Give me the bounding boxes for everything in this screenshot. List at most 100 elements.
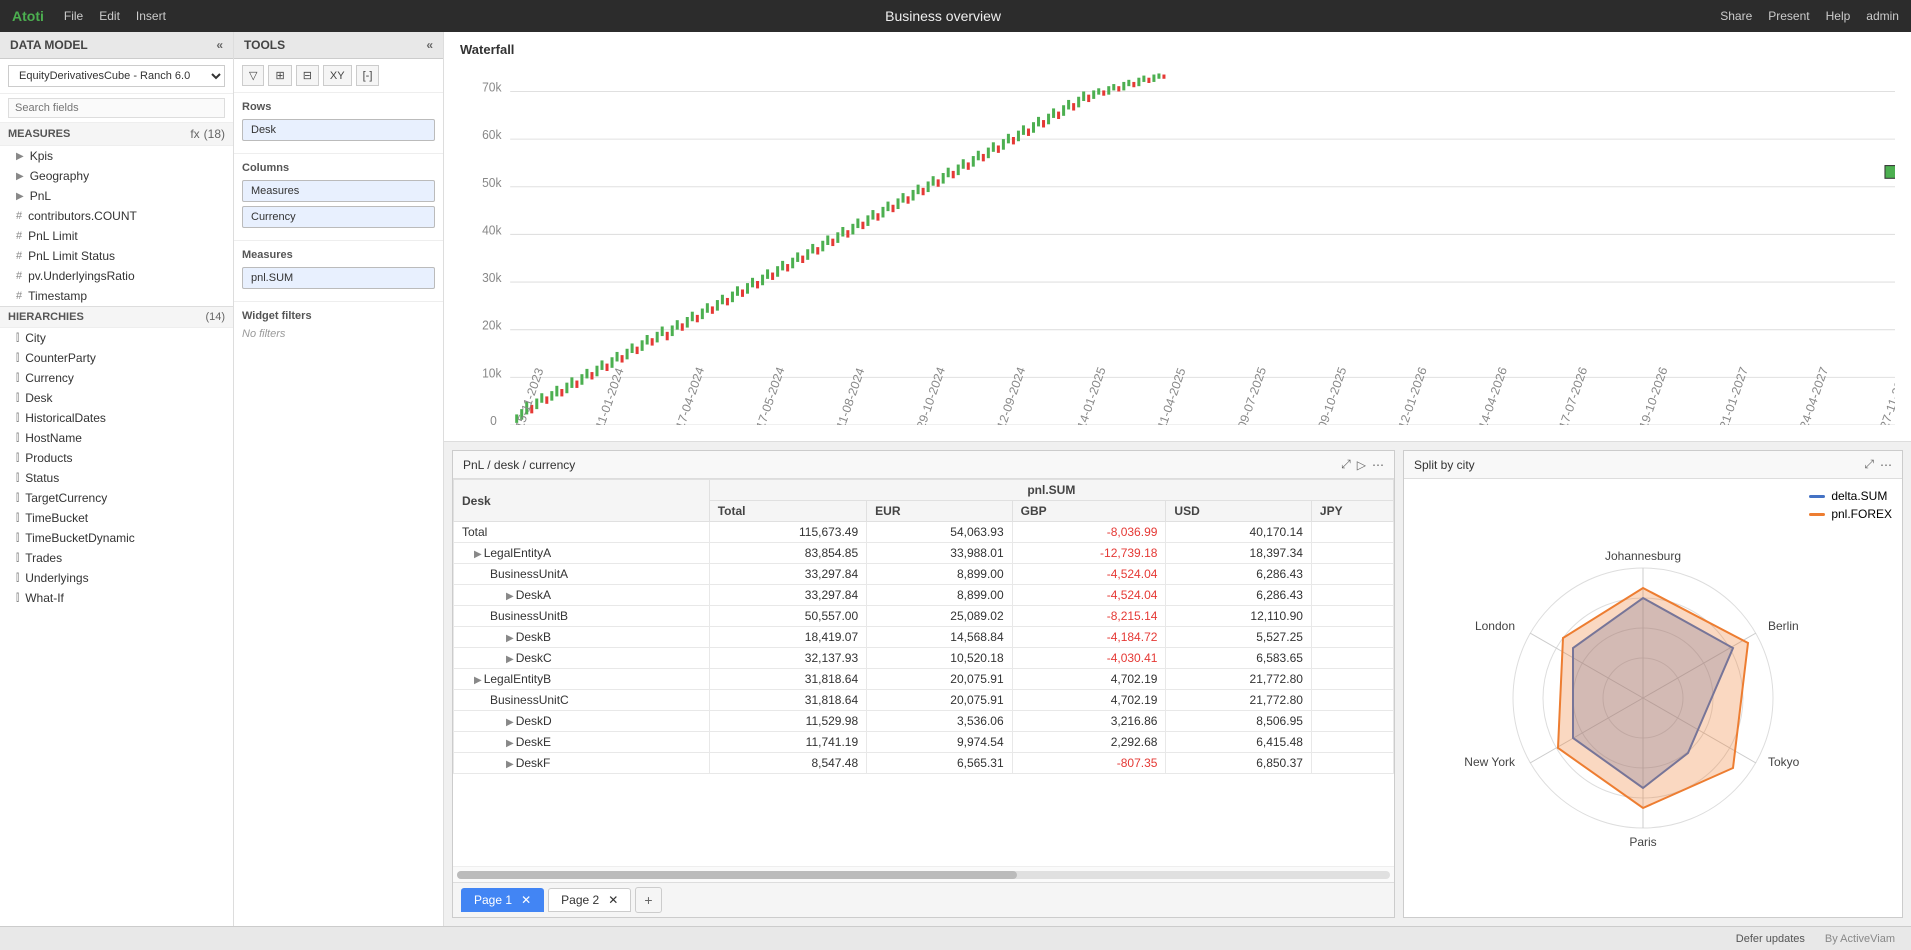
hierarchy-underlyings[interactable]: ⫿ Underlyings	[0, 568, 233, 588]
measures-pnl[interactable]: ▶ PnL	[0, 186, 233, 206]
measures-list: ▶ Kpis ▶ Geography ▶ PnL # contributors.…	[0, 146, 233, 306]
page-tab-1-close[interactable]: ✕	[521, 893, 531, 907]
share-button[interactable]: Share	[1720, 9, 1752, 23]
defer-updates[interactable]: Defer updates	[1736, 933, 1805, 945]
rows-desk-item[interactable]: Desk	[242, 119, 435, 141]
hierarchy-desk-label: Desk	[25, 391, 52, 405]
hierarchy-hostname-label: HostName	[25, 431, 82, 445]
row-total: 11,529.98	[709, 711, 866, 732]
row-usd: 8,506.95	[1166, 711, 1312, 732]
hierarchy-trades[interactable]: ⫿ Trades	[0, 548, 233, 568]
row-eur: 8,899.00	[867, 564, 1013, 585]
filter-tool[interactable]: ▽	[242, 65, 264, 86]
hierarchy-time-bucket-label: TimeBucket	[25, 511, 88, 525]
pivot-tool[interactable]: ⊟	[296, 65, 319, 86]
svg-text:17-05-2024: 17-05-2024	[754, 365, 788, 425]
hierarchy-hostname[interactable]: ⫿ HostName	[0, 428, 233, 448]
hierarchy-time-bucket-dynamic[interactable]: ⫿ TimeBucketDynamic	[0, 528, 233, 548]
measures-geography[interactable]: ▶ Geography	[0, 166, 233, 186]
svg-text:19-10-2026: 19-10-2026	[1637, 365, 1671, 425]
formula-icon[interactable]: fx	[190, 127, 199, 141]
table-row: ▶LegalEntityB 31,818.64 20,075.91 4,702.…	[454, 669, 1394, 690]
pnl-forex-legend-color	[1809, 513, 1825, 516]
svg-text:50k: 50k	[482, 175, 502, 189]
hierarchy-what-if[interactable]: ⫿ What-If	[0, 588, 233, 608]
hierarchy-city[interactable]: ⫿ City	[0, 328, 233, 348]
row-jpy	[1311, 564, 1393, 585]
row-label: ▶DeskD	[454, 711, 710, 732]
hierarchy-currency[interactable]: ⫿ Currency	[0, 368, 233, 388]
pnl-forex-label: pnl.FOREX	[1831, 507, 1892, 521]
hierarchy-historical-dates[interactable]: ⫿ HistoricalDates	[0, 408, 233, 428]
row-total: 33,297.84	[709, 585, 866, 606]
row-gbp: -4,030.41	[1012, 648, 1166, 669]
hierarchy-counterparty-label: CounterParty	[25, 351, 96, 365]
menu-insert[interactable]: Insert	[136, 9, 166, 23]
cube-select[interactable]: EquityDerivativesCube - Ranch 6.0	[8, 65, 225, 87]
svg-text:17-07-2026: 17-07-2026	[1556, 365, 1590, 425]
hierarchy-counterparty[interactable]: ⫿ CounterParty	[0, 348, 233, 368]
row-gbp: 3,216.86	[1012, 711, 1166, 732]
present-button[interactable]: Present	[1768, 9, 1809, 23]
measures-pnlsum-item[interactable]: pnl.SUM	[242, 267, 435, 289]
svg-text:17-04-2024: 17-04-2024	[673, 365, 707, 425]
row-eur: 25,089.02	[867, 606, 1013, 627]
radar-expand-button[interactable]: ⤢	[1864, 457, 1874, 472]
hierarchy-time-bucket[interactable]: ⫿ TimeBucket	[0, 508, 233, 528]
row-usd: 18,397.34	[1166, 543, 1312, 564]
columns-measures-item[interactable]: Measures	[242, 180, 435, 202]
svg-text:11-08-2024: 11-08-2024	[834, 366, 868, 425]
search-input[interactable]	[8, 98, 225, 118]
hierarchy-desk[interactable]: ⫿ Desk	[0, 388, 233, 408]
radar-more-button[interactable]: ⋯	[1880, 457, 1892, 472]
measures-kpis[interactable]: ▶ Kpis	[0, 146, 233, 166]
minus-tool[interactable]: [-]	[356, 65, 380, 86]
page-tab-1[interactable]: Page 1 ✕	[461, 888, 544, 912]
page-tab-1-label: Page 1	[474, 893, 512, 907]
topbar-menu: File Edit Insert	[64, 9, 166, 23]
xy-tool[interactable]: XY	[323, 65, 352, 86]
measures-timestamp-label: Timestamp	[28, 289, 87, 303]
table-row: ▶DeskC 32,137.93 10,520.18 -4,030.41 6,5…	[454, 648, 1394, 669]
admin-button[interactable]: admin	[1866, 9, 1899, 23]
page-tab-2-close[interactable]: ✕	[608, 893, 618, 907]
menu-file[interactable]: File	[64, 9, 83, 23]
menu-edit[interactable]: Edit	[99, 9, 120, 23]
measures-timestamp[interactable]: # Timestamp	[0, 286, 233, 306]
table-row: ▶DeskB 18,419.07 14,568.84 -4,184.72 5,5…	[454, 627, 1394, 648]
delta-sum-legend-color	[1809, 495, 1825, 498]
svg-text:14-01-2025: 14-01-2025	[1075, 365, 1109, 425]
hierarchy-city-label: City	[25, 331, 46, 345]
help-button[interactable]: Help	[1826, 9, 1851, 23]
row-jpy	[1311, 627, 1393, 648]
page-tab-2[interactable]: Page 2 ✕	[548, 888, 631, 912]
collapse-data-model[interactable]: «	[216, 38, 223, 52]
add-tab-button[interactable]: +	[635, 887, 661, 913]
play-widget-button[interactable]: ▷	[1357, 457, 1366, 472]
sort-tool[interactable]: ⊞	[268, 65, 291, 86]
svg-text:Berlin: Berlin	[1768, 619, 1799, 633]
radar-widget: Split by city ⤢ ⋯	[1403, 450, 1903, 918]
more-widget-button[interactable]: ⋯	[1372, 457, 1384, 472]
svg-text:Tokyo: Tokyo	[1768, 755, 1800, 769]
hierarchy-status[interactable]: ⫿ Status	[0, 468, 233, 488]
measures-tools-label: Measures	[242, 249, 435, 261]
row-usd: 6,415.48	[1166, 732, 1312, 753]
expand-icon: ▶	[16, 151, 24, 162]
row-usd: 21,772.80	[1166, 690, 1312, 711]
measures-pnl-limit[interactable]: # PnL Limit	[0, 226, 233, 246]
hierarchy-target-currency[interactable]: ⫿ TargetCurrency	[0, 488, 233, 508]
measures-pv-underlyings-ratio[interactable]: # pv.UnderlyingsRatio	[0, 266, 233, 286]
hierarchy-products[interactable]: ⫿ Products	[0, 448, 233, 468]
waterfall-title: Waterfall	[460, 42, 1895, 57]
collapse-tools[interactable]: «	[426, 38, 433, 52]
measures-pnl-limit-status[interactable]: # PnL Limit Status	[0, 246, 233, 266]
row-label: ▶LegalEntityB	[454, 669, 710, 690]
pnl-forex-polygon	[1558, 588, 1748, 808]
columns-currency-item[interactable]: Currency	[242, 206, 435, 228]
row-total: 8,547.48	[709, 753, 866, 774]
measures-pnl-label: PnL	[30, 189, 51, 203]
measures-contributors-count[interactable]: # contributors.COUNT	[0, 206, 233, 226]
row-total: 31,818.64	[709, 669, 866, 690]
expand-widget-button[interactable]: ⤢	[1341, 457, 1351, 472]
